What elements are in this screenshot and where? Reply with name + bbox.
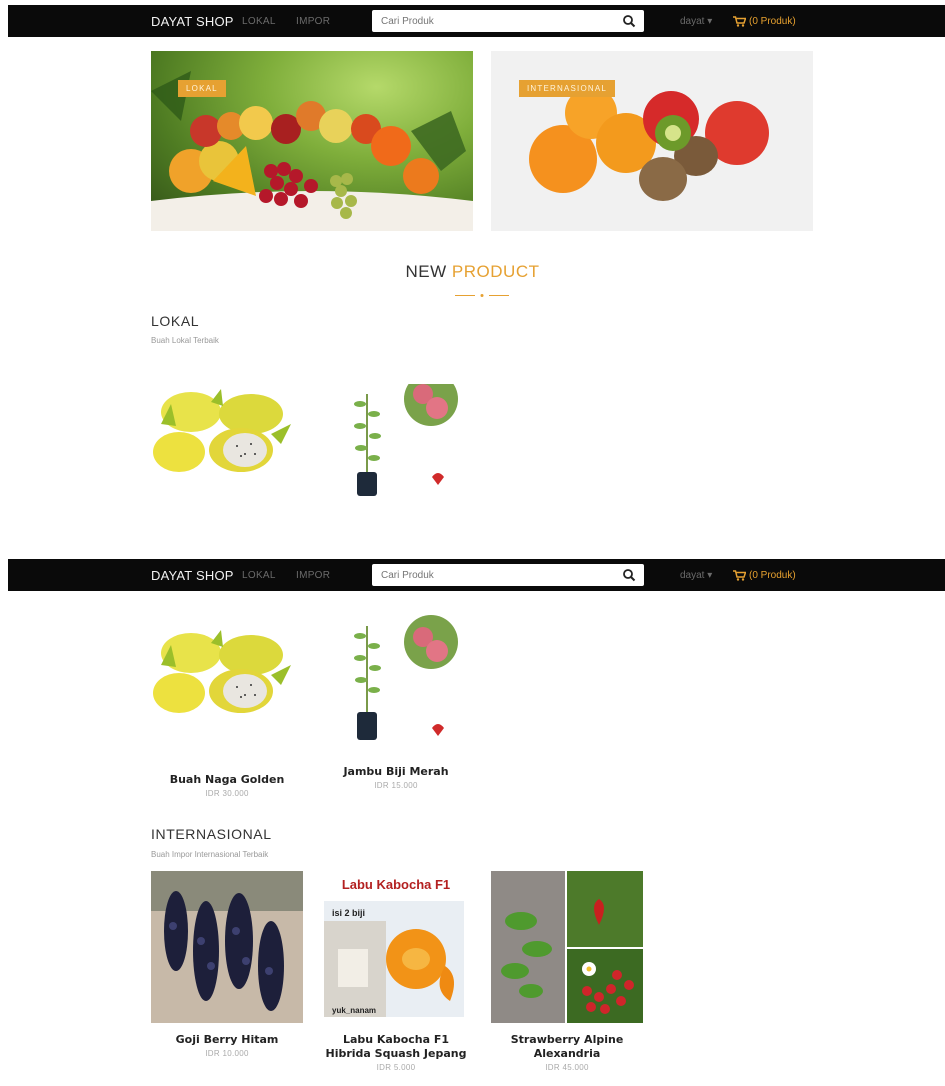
kabocha-image-isi: isi 2 biji (332, 908, 365, 918)
product-price: IDR 30.000 (205, 789, 249, 798)
search-box (372, 10, 644, 32)
section-title-accent: PRODUCT (451, 262, 540, 281)
brand-logo[interactable]: DAYAT SHOP (151, 14, 234, 29)
banner-badge-lokal: LOKAL (178, 80, 226, 97)
cart-label: (0 Produk) (749, 15, 796, 27)
search-input[interactable] (372, 565, 617, 585)
product-image-buah-naga[interactable] (151, 384, 303, 536)
cart-icon (733, 15, 746, 27)
user-menu[interactable]: dayat ▾ (680, 570, 712, 581)
product-price: IDR 10.000 (205, 1049, 249, 1058)
cart-icon (733, 569, 746, 581)
product-card[interactable]: Buah Naga Golden IDR 30.000 (151, 625, 303, 798)
product-name[interactable]: Goji Berry Hitam (151, 1033, 303, 1047)
nav-link-impor[interactable]: IMPOR (296, 570, 330, 581)
brand-logo[interactable]: DAYAT SHOP (151, 568, 234, 583)
cart-link[interactable]: (0 Produk) (733, 16, 796, 27)
search-input[interactable] (372, 11, 617, 31)
product-image-labu-kabocha[interactable]: Labu Kabocha F1 isi 2 biji yuk_nanam (320, 871, 472, 1023)
product-price: IDR 5.000 (376, 1063, 416, 1072)
title-divider (455, 294, 509, 297)
cart-label: (0 Produk) (749, 569, 796, 581)
search-box (372, 564, 644, 586)
nav-link-impor[interactable]: IMPOR (296, 16, 330, 27)
product-image-strawberry[interactable] (491, 871, 643, 1023)
product-card[interactable]: Jambu Biji Merah IDR 15.000 (320, 612, 472, 790)
fruit-basket-image (151, 71, 473, 231)
lokal-heading: LOKAL (151, 313, 200, 329)
section-title: NEW PRODUCT (0, 262, 945, 282)
product-card[interactable]: Labu Kabocha F1 isi 2 biji yuk_nanam Lab… (320, 871, 472, 1072)
kabocha-image-tag: yuk_nanam (332, 1006, 376, 1015)
imported-fruit-image (529, 87, 769, 201)
product-image-jambu-biji[interactable] (320, 612, 472, 764)
product-card[interactable]: Strawberry Alpine Alexandria IDR 45.000 (491, 871, 643, 1072)
banner-badge-internasional: INTERNASIONAL (519, 80, 616, 97)
navbar: DAYAT SHOP LOKAL IMPOR dayat ▾ (0 Produk… (8, 559, 945, 591)
section-title-main: NEW (405, 262, 447, 281)
nav-link-lokal[interactable]: LOKAL (242, 570, 276, 581)
product-image-goji-berry[interactable] (151, 871, 303, 1023)
lokal-subheading: Buah Lokal Terbaik (151, 336, 219, 345)
product-price: IDR 15.000 (374, 781, 418, 790)
search-icon[interactable] (622, 568, 636, 582)
product-card[interactable]: Goji Berry Hitam IDR 10.000 (151, 871, 303, 1058)
internasional-subheading: Buah Impor Internasional Terbaik (151, 850, 269, 859)
cart-link[interactable]: (0 Produk) (733, 570, 796, 581)
product-name[interactable]: Strawberry Alpine Alexandria (491, 1033, 643, 1061)
nav-link-lokal[interactable]: LOKAL (242, 16, 276, 27)
navbar: DAYAT SHOP LOKAL IMPOR dayat ▾ (0 Produk… (8, 5, 945, 37)
product-card[interactable]: Buah Naga Golden (151, 384, 303, 560)
product-card[interactable]: Jambu Biji Merah (320, 384, 472, 560)
user-menu[interactable]: dayat ▾ (680, 16, 712, 27)
kabocha-image-title: Labu Kabocha F1 (342, 877, 450, 892)
product-price: IDR 45.000 (545, 1063, 589, 1072)
banner-lokal[interactable]: LOKAL (151, 51, 473, 231)
scroll-cut (0, 543, 945, 559)
product-name[interactable]: Labu Kabocha F1 Hibrida Squash Jepang (320, 1033, 472, 1061)
product-image-buah-naga[interactable] (151, 625, 303, 777)
internasional-heading: INTERNASIONAL (151, 826, 272, 842)
product-name[interactable]: Jambu Biji Merah (320, 765, 472, 779)
search-icon[interactable] (622, 14, 636, 28)
banner-internasional[interactable]: INTERNASIONAL (491, 51, 813, 231)
product-image-jambu-biji[interactable] (320, 384, 472, 536)
